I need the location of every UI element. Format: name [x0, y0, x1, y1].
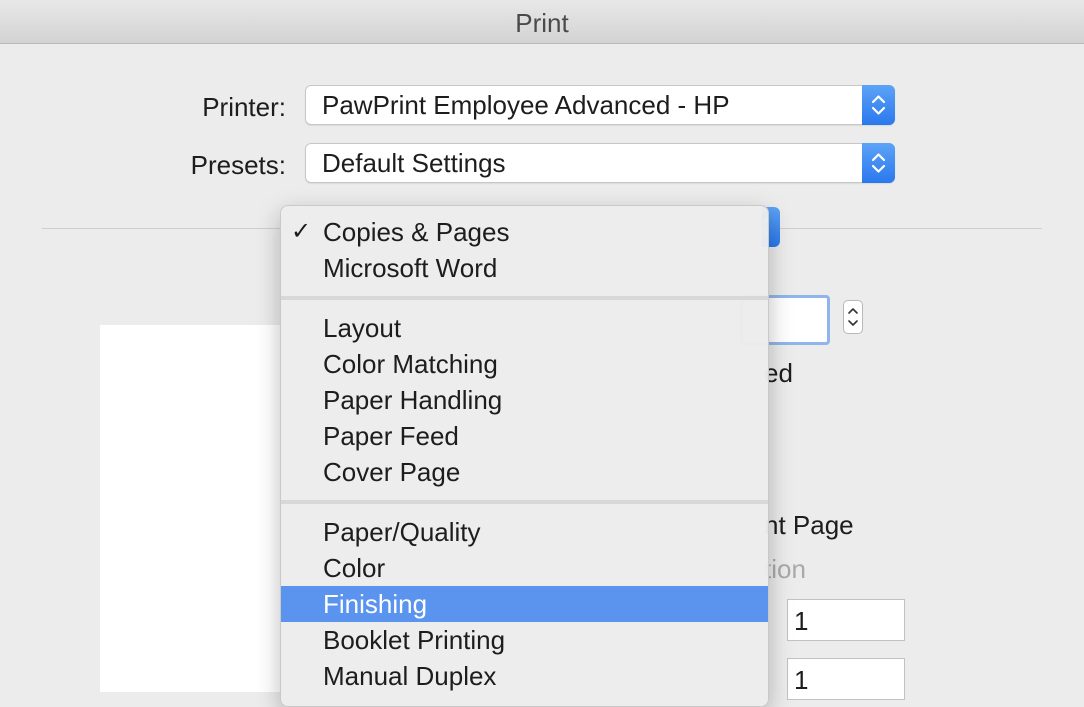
- menu-item-label: Booklet Printing: [323, 625, 506, 655]
- up-down-stepper-icon[interactable]: [843, 300, 863, 334]
- presets-label: Presets:: [190, 150, 286, 180]
- title-bar: Print: [0, 0, 1084, 44]
- menu-separator: [281, 500, 768, 504]
- menu-item-paper-feed[interactable]: Paper Feed: [281, 418, 768, 454]
- menu-separator: [281, 296, 768, 300]
- menu-item-color-matching[interactable]: Color Matching: [281, 346, 768, 382]
- up-down-chevron-icon: [862, 143, 895, 183]
- presets-popup[interactable]: Default Settings: [305, 143, 895, 183]
- from-page-value: 1: [794, 606, 809, 636]
- from-page-field[interactable]: 1: [787, 599, 905, 641]
- menu-item-finishing[interactable]: Finishing: [281, 586, 768, 622]
- to-page-value: 1: [794, 665, 809, 695]
- printer-label: Printer:: [202, 92, 286, 122]
- window-title: Print: [515, 8, 569, 38]
- menu-item-layout[interactable]: Layout: [281, 310, 768, 346]
- menu-item-label: Finishing: [323, 589, 428, 619]
- menu-item-label: Paper/Quality: [323, 517, 481, 547]
- menu-item-label: Microsoft Word: [323, 253, 498, 283]
- to-page-field[interactable]: 1: [787, 658, 905, 700]
- menu-item-cover-page[interactable]: Cover Page: [281, 454, 768, 490]
- menu-item-label: Manual Duplex: [323, 661, 497, 691]
- menu-item-copies-pages[interactable]: ✓ Copies & Pages: [281, 214, 768, 250]
- menu-item-label: Color Matching: [323, 349, 498, 379]
- up-down-chevron-icon: [862, 85, 895, 125]
- printer-value: PawPrint Employee Advanced - HP: [322, 90, 730, 120]
- menu-item-paper-handling[interactable]: Paper Handling: [281, 382, 768, 418]
- menu-item-label: Copies & Pages: [323, 217, 510, 247]
- current-page-label-partial: nt Page: [764, 510, 854, 540]
- menu-item-color[interactable]: Color: [281, 550, 768, 586]
- menu-item-label: Layout: [323, 313, 402, 343]
- checkmark-icon: ✓: [291, 218, 312, 245]
- menu-item-label: Paper Handling: [323, 385, 503, 415]
- menu-item-label: Cover Page: [323, 457, 461, 487]
- menu-item-label: Paper Feed: [323, 421, 459, 451]
- menu-item-booklet-printing[interactable]: Booklet Printing: [281, 622, 768, 658]
- printer-popup[interactable]: PawPrint Employee Advanced - HP: [305, 85, 895, 125]
- pane-dropdown-menu: ✓ Copies & Pages Microsoft Word Layout Color…: [280, 205, 769, 707]
- menu-item-paper-quality[interactable]: Paper/Quality: [281, 514, 768, 550]
- menu-item-label: Color: [323, 553, 386, 583]
- menu-item-manual-duplex[interactable]: Manual Duplex: [281, 658, 768, 694]
- menu-item-microsoft-word[interactable]: Microsoft Word: [281, 250, 768, 286]
- page-preview: [100, 325, 290, 692]
- presets-value: Default Settings: [322, 148, 506, 178]
- selection-label-partial: tion: [764, 554, 806, 584]
